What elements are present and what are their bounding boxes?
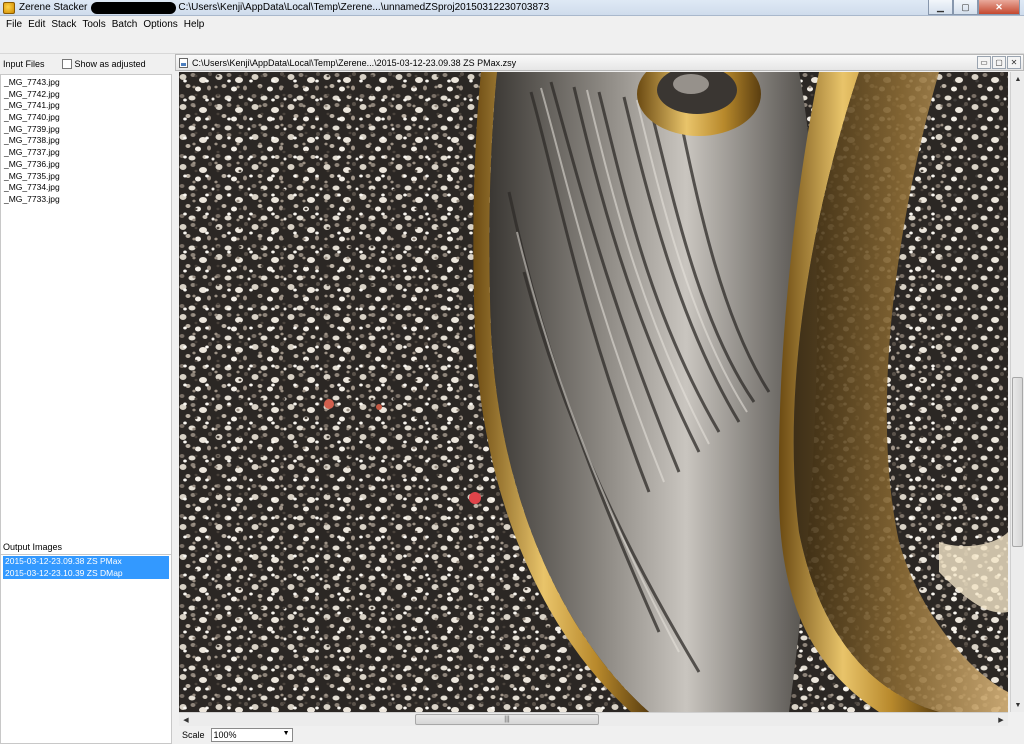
- frame-minimize-button[interactable]: ▭: [977, 56, 991, 69]
- input-files-header: Input Files Show as adjusted: [0, 54, 174, 74]
- menu-batch[interactable]: Batch: [109, 19, 141, 30]
- window-title-path: C:\Users\Kenji\AppData\Local\Temp\Zerene…: [178, 2, 550, 13]
- output-item-pmax[interactable]: 2015-03-12-23.09.38 ZS PMax: [3, 556, 169, 568]
- title-bar: Zerene Stacker C:\Users\Kenji\AppData\Lo…: [0, 0, 1024, 16]
- scale-value: 100%: [213, 730, 237, 740]
- menu-tools[interactable]: Tools: [79, 19, 108, 30]
- vertical-scrollbar[interactable]: ▲ ▼: [1010, 72, 1024, 712]
- scroll-up-icon[interactable]: ▲: [1012, 73, 1024, 85]
- frame-controls: ▭ ▢ ✕: [976, 56, 1021, 69]
- scroll-left-icon[interactable]: ◀: [180, 714, 192, 726]
- scroll-right-icon[interactable]: ▶: [995, 714, 1007, 726]
- list-item[interactable]: _MG_7739.jpg: [4, 124, 171, 136]
- minimize-button[interactable]: ▁: [928, 0, 953, 15]
- redaction-mark: [91, 1, 177, 14]
- left-panel: Input Files Show as adjusted _MG_7743.jp…: [0, 54, 174, 744]
- list-item[interactable]: _MG_7738.jpg: [4, 135, 171, 147]
- menu-bar: File Edit Stack Tools Batch Options Help: [0, 16, 1024, 32]
- scroll-down-icon[interactable]: ▼: [1012, 699, 1024, 711]
- frame-maximize-button[interactable]: ▢: [992, 56, 1006, 69]
- list-item[interactable]: _MG_7743.jpg: [4, 77, 171, 89]
- output-images-title: Output Images: [3, 542, 63, 552]
- stacked-image: [179, 72, 1008, 712]
- list-item[interactable]: _MG_7736.jpg: [4, 159, 171, 171]
- chevron-down-icon[interactable]: ▼: [283, 730, 290, 737]
- scale-bar: Scale 100% ▼: [175, 726, 1024, 744]
- window-controls: ▁ ▢ ✕: [928, 0, 1020, 15]
- menu-stack[interactable]: Stack: [48, 19, 79, 30]
- toolbar-area: [0, 32, 1024, 54]
- list-item[interactable]: _MG_7742.jpg: [4, 89, 171, 101]
- list-item[interactable]: _MG_7733.jpg: [4, 194, 171, 206]
- list-item[interactable]: _MG_7737.jpg: [4, 147, 171, 159]
- image-viewport[interactable]: [179, 72, 1008, 712]
- maximize-button[interactable]: ▢: [953, 0, 978, 15]
- frame-close-button[interactable]: ✕: [1007, 56, 1021, 69]
- horizontal-scroll-thumb[interactable]: |||: [415, 714, 599, 725]
- image-frame: C:\Users\Kenji\AppData\Local\Temp\Zerene…: [175, 54, 1024, 744]
- app-name: Zerene Stacker: [19, 2, 88, 13]
- output-images-list[interactable]: 2015-03-12-23.09.38 ZS PMax 2015-03-12-2…: [0, 554, 172, 744]
- scale-select[interactable]: 100% ▼: [210, 728, 293, 742]
- scale-label: Scale: [182, 730, 205, 740]
- list-item[interactable]: _MG_7741.jpg: [4, 100, 171, 112]
- output-item-dmap[interactable]: 2015-03-12-23.10.39 ZS DMap: [3, 567, 169, 579]
- horizontal-scrollbar[interactable]: ◀ ||| ▶: [179, 712, 1008, 726]
- menu-help[interactable]: Help: [181, 19, 208, 30]
- input-files-title: Input Files: [3, 59, 45, 69]
- list-item[interactable]: _MG_7740.jpg: [4, 112, 171, 124]
- close-button[interactable]: ✕: [978, 0, 1020, 15]
- image-frame-path: C:\Users\Kenji\AppData\Local\Temp\Zerene…: [192, 57, 517, 68]
- menu-file[interactable]: File: [3, 19, 25, 30]
- show-adjusted-label[interactable]: Show as adjusted: [75, 59, 146, 69]
- zerene-app-icon: [3, 1, 15, 14]
- vertical-scroll-thumb[interactable]: [1012, 377, 1023, 547]
- document-icon: [179, 57, 188, 68]
- show-adjusted-checkbox[interactable]: [61, 59, 72, 69]
- input-files-list[interactable]: _MG_7743.jpg _MG_7742.jpg _MG_7741.jpg _…: [0, 74, 172, 586]
- list-item[interactable]: _MG_7734.jpg: [4, 182, 171, 194]
- list-item[interactable]: _MG_7735.jpg: [4, 171, 171, 183]
- image-frame-title-bar: C:\Users\Kenji\AppData\Local\Temp\Zerene…: [175, 54, 1024, 71]
- menu-edit[interactable]: Edit: [25, 19, 48, 30]
- menu-options[interactable]: Options: [140, 19, 180, 30]
